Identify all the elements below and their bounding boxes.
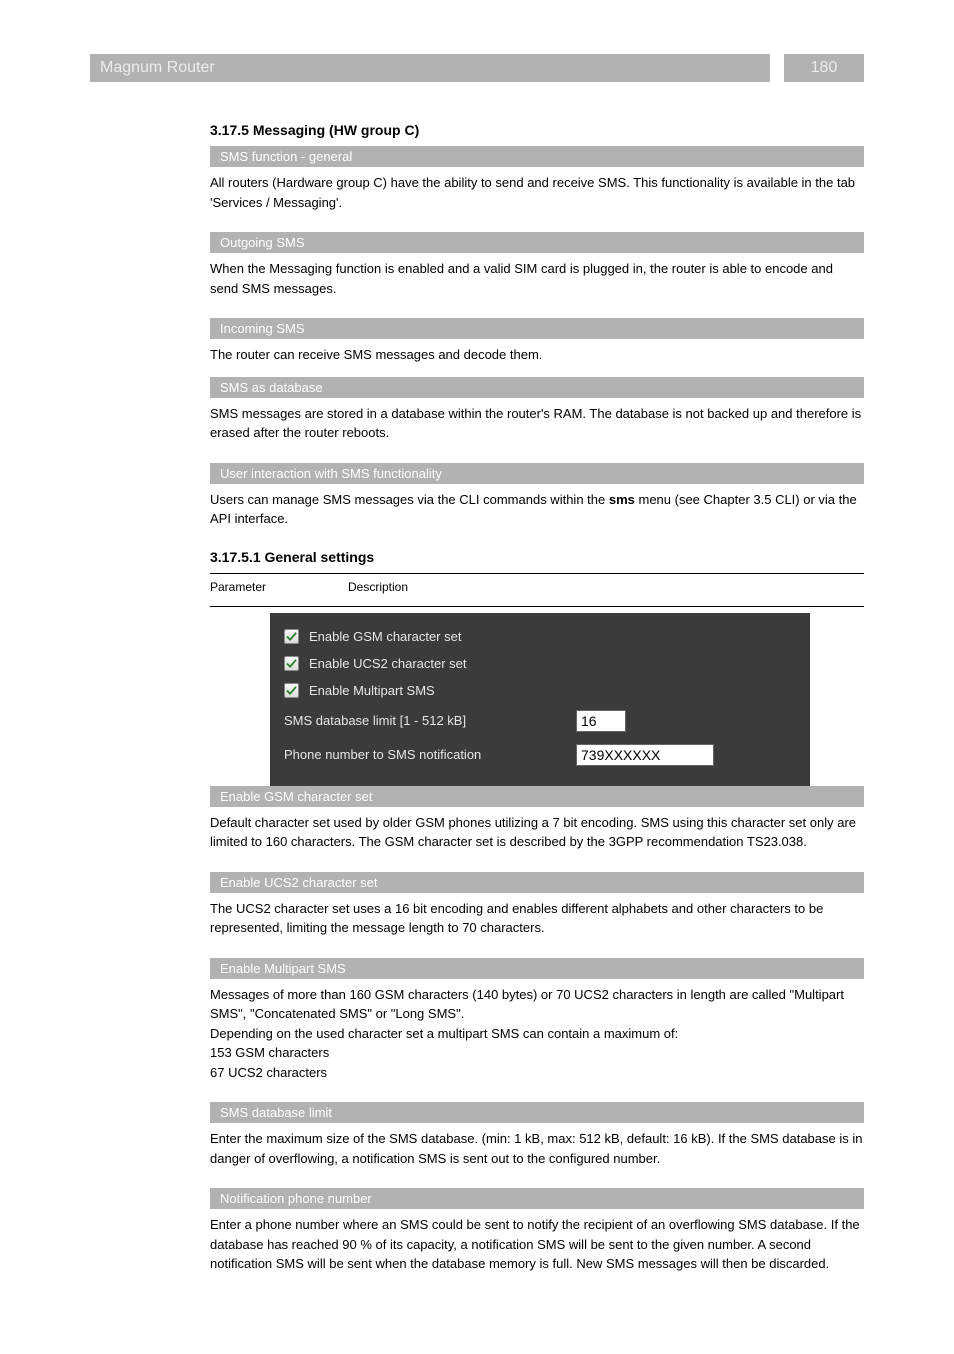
- phone-label: Phone number to SMS notification: [284, 747, 576, 762]
- page-number: 180: [811, 59, 838, 77]
- check-icon: [286, 658, 297, 669]
- sms-database-heading: SMS as database: [210, 377, 864, 398]
- param-row-heading: SMS database limit: [210, 1102, 864, 1123]
- param-row-desc: Default character set used by older GSM …: [210, 813, 864, 852]
- checkbox-ucs2[interactable]: [284, 656, 299, 671]
- db-limit-label: SMS database limit [1 - 512 kB]: [284, 713, 576, 728]
- sms-outgoing-heading: Outgoing SMS: [210, 232, 864, 253]
- sms-user-interaction-para: Users can manage SMS messages via the CL…: [210, 490, 864, 529]
- param-row-heading: Enable Multipart SMS: [210, 958, 864, 979]
- page-number-box: 180: [784, 54, 864, 82]
- db-limit-input[interactable]: [576, 710, 626, 732]
- param-row-desc: Enter a phone number where an SMS could …: [210, 1215, 864, 1274]
- check-icon: [286, 685, 297, 696]
- param-row-heading: Notification phone number: [210, 1188, 864, 1209]
- phone-input[interactable]: [576, 744, 714, 766]
- settings-table: Parameter Description: [210, 580, 864, 600]
- row-db-limit: SMS database limit [1 - 512 kB]: [284, 704, 796, 738]
- checkbox-ucs2-label: Enable UCS2 character set: [309, 656, 467, 671]
- checkbox-row-ucs2: Enable UCS2 character set: [284, 650, 796, 677]
- row-phone: Phone number to SMS notification: [284, 738, 796, 772]
- check-icon: [286, 631, 297, 642]
- param-row-desc: The UCS2 character set uses a 16 bit enc…: [210, 899, 864, 938]
- col-desc: Description: [348, 580, 864, 600]
- general-settings-title: 3.17.5.1 General settings: [210, 549, 864, 565]
- sms-incoming-para: The router can receive SMS messages and …: [210, 345, 864, 365]
- settings-screenshot: Enable GSM character set Enable UCS2 cha…: [270, 613, 810, 786]
- sms-general-heading: SMS function - general: [210, 146, 864, 167]
- checkbox-gsm[interactable]: [284, 629, 299, 644]
- sms-outgoing-para: When the Messaging function is enabled a…: [210, 259, 864, 298]
- sms-incoming-heading: Incoming SMS: [210, 318, 864, 339]
- divider: [210, 573, 864, 574]
- checkbox-row-gsm: Enable GSM character set: [284, 623, 796, 650]
- sms-database-para: SMS messages are stored in a database wi…: [210, 404, 864, 443]
- sms-general-para: All routers (Hardware group C) have the …: [210, 173, 864, 212]
- checkbox-gsm-label: Enable GSM character set: [309, 629, 461, 644]
- param-row-heading: Enable UCS2 character set: [210, 872, 864, 893]
- checkbox-row-multipart: Enable Multipart SMS: [284, 677, 796, 704]
- sms-user-interaction-heading: User interaction with SMS functionality: [210, 463, 864, 484]
- param-row-desc: Enter the maximum size of the SMS databa…: [210, 1129, 864, 1168]
- checkbox-multipart-label: Enable Multipart SMS: [309, 683, 435, 698]
- param-row-desc: Messages of more than 160 GSM characters…: [210, 985, 864, 1083]
- divider: [210, 606, 864, 607]
- document-title-bar: Magnum Router: [90, 54, 770, 82]
- document-title: Magnum Router: [100, 59, 215, 77]
- checkbox-multipart[interactable]: [284, 683, 299, 698]
- hw-group-title: 3.17.5 Messaging (HW group C): [210, 122, 864, 138]
- param-row-heading: Enable GSM character set: [210, 786, 864, 807]
- col-param: Parameter: [210, 580, 348, 600]
